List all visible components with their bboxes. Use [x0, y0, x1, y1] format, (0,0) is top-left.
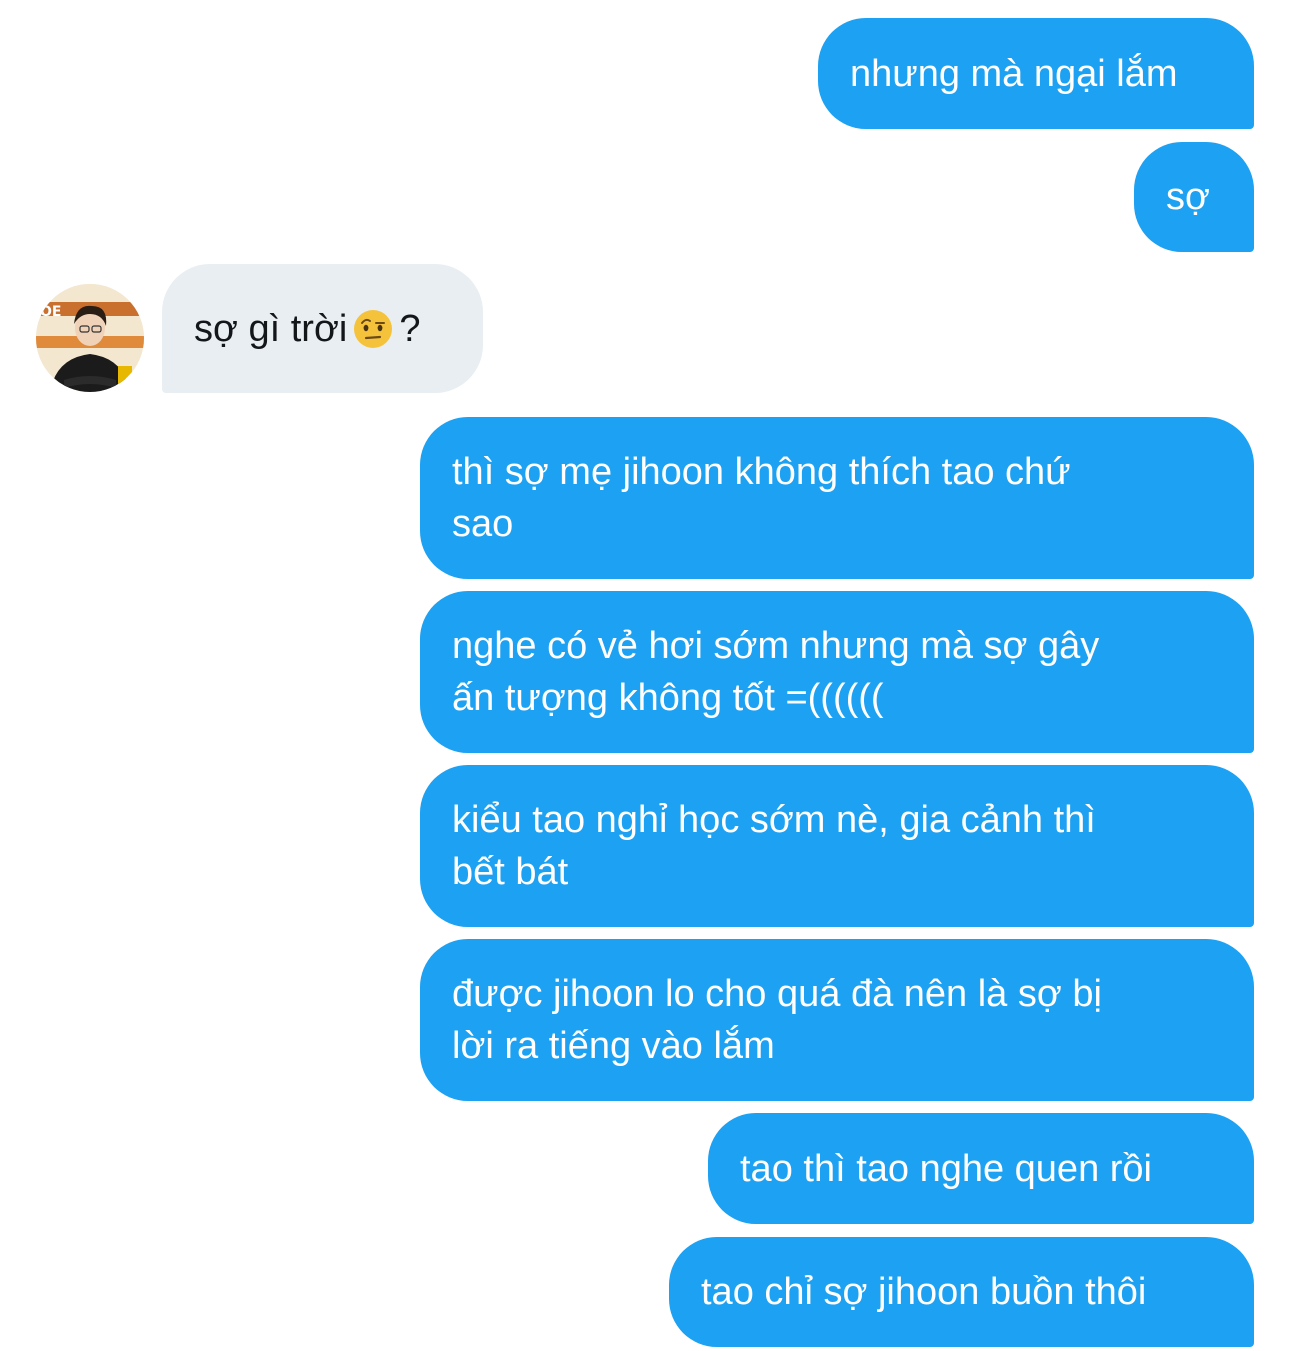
- outgoing-message[interactable]: sợ: [1134, 142, 1254, 252]
- outgoing-message[interactable]: nghe có vẻ hơi sớm nhưng mà sợ gây ấn tư…: [420, 591, 1254, 753]
- outgoing-message[interactable]: nhưng mà ngại lắm: [818, 18, 1254, 129]
- outgoing-message[interactable]: được jihoon lo cho quá đà nên là sợ bị l…: [420, 939, 1254, 1101]
- contact-avatar[interactable]: OE: [36, 284, 144, 392]
- outgoing-message[interactable]: tao chỉ sợ jihoon buồn thôi: [669, 1237, 1254, 1347]
- message-text: sợ gì trời: [194, 307, 348, 350]
- incoming-message[interactable]: sợ gì trời ?: [162, 264, 483, 393]
- avatar-image: OE: [36, 284, 144, 392]
- message-text: nghe có vẻ hơi sớm nhưng mà sợ gây ấn tư…: [452, 625, 1100, 719]
- message-text: kiểu tao nghỉ học sớm nè, gia cảnh thì b…: [452, 799, 1096, 893]
- message-text: tao chỉ sợ jihoon buồn thôi: [701, 1271, 1147, 1313]
- message-text: được jihoon lo cho quá đà nên là sợ bị l…: [452, 973, 1102, 1067]
- message-text: sợ: [1166, 176, 1210, 218]
- svg-text:OE: OE: [40, 304, 61, 320]
- message-text: thì sợ mẹ jihoon không thích tao chứ sao: [452, 451, 1071, 545]
- message-text: tao thì tao nghe quen rồi: [740, 1147, 1152, 1190]
- message-text-end: ?: [399, 307, 421, 350]
- raised-eyebrow-emoji: [354, 309, 393, 348]
- message-text: nhưng mà ngại lắm: [850, 52, 1178, 95]
- outgoing-message[interactable]: tao thì tao nghe quen rồi: [708, 1113, 1254, 1224]
- outgoing-message[interactable]: kiểu tao nghỉ học sớm nè, gia cảnh thì b…: [420, 765, 1254, 927]
- outgoing-message[interactable]: thì sợ mẹ jihoon không thích tao chứ sao: [420, 417, 1254, 579]
